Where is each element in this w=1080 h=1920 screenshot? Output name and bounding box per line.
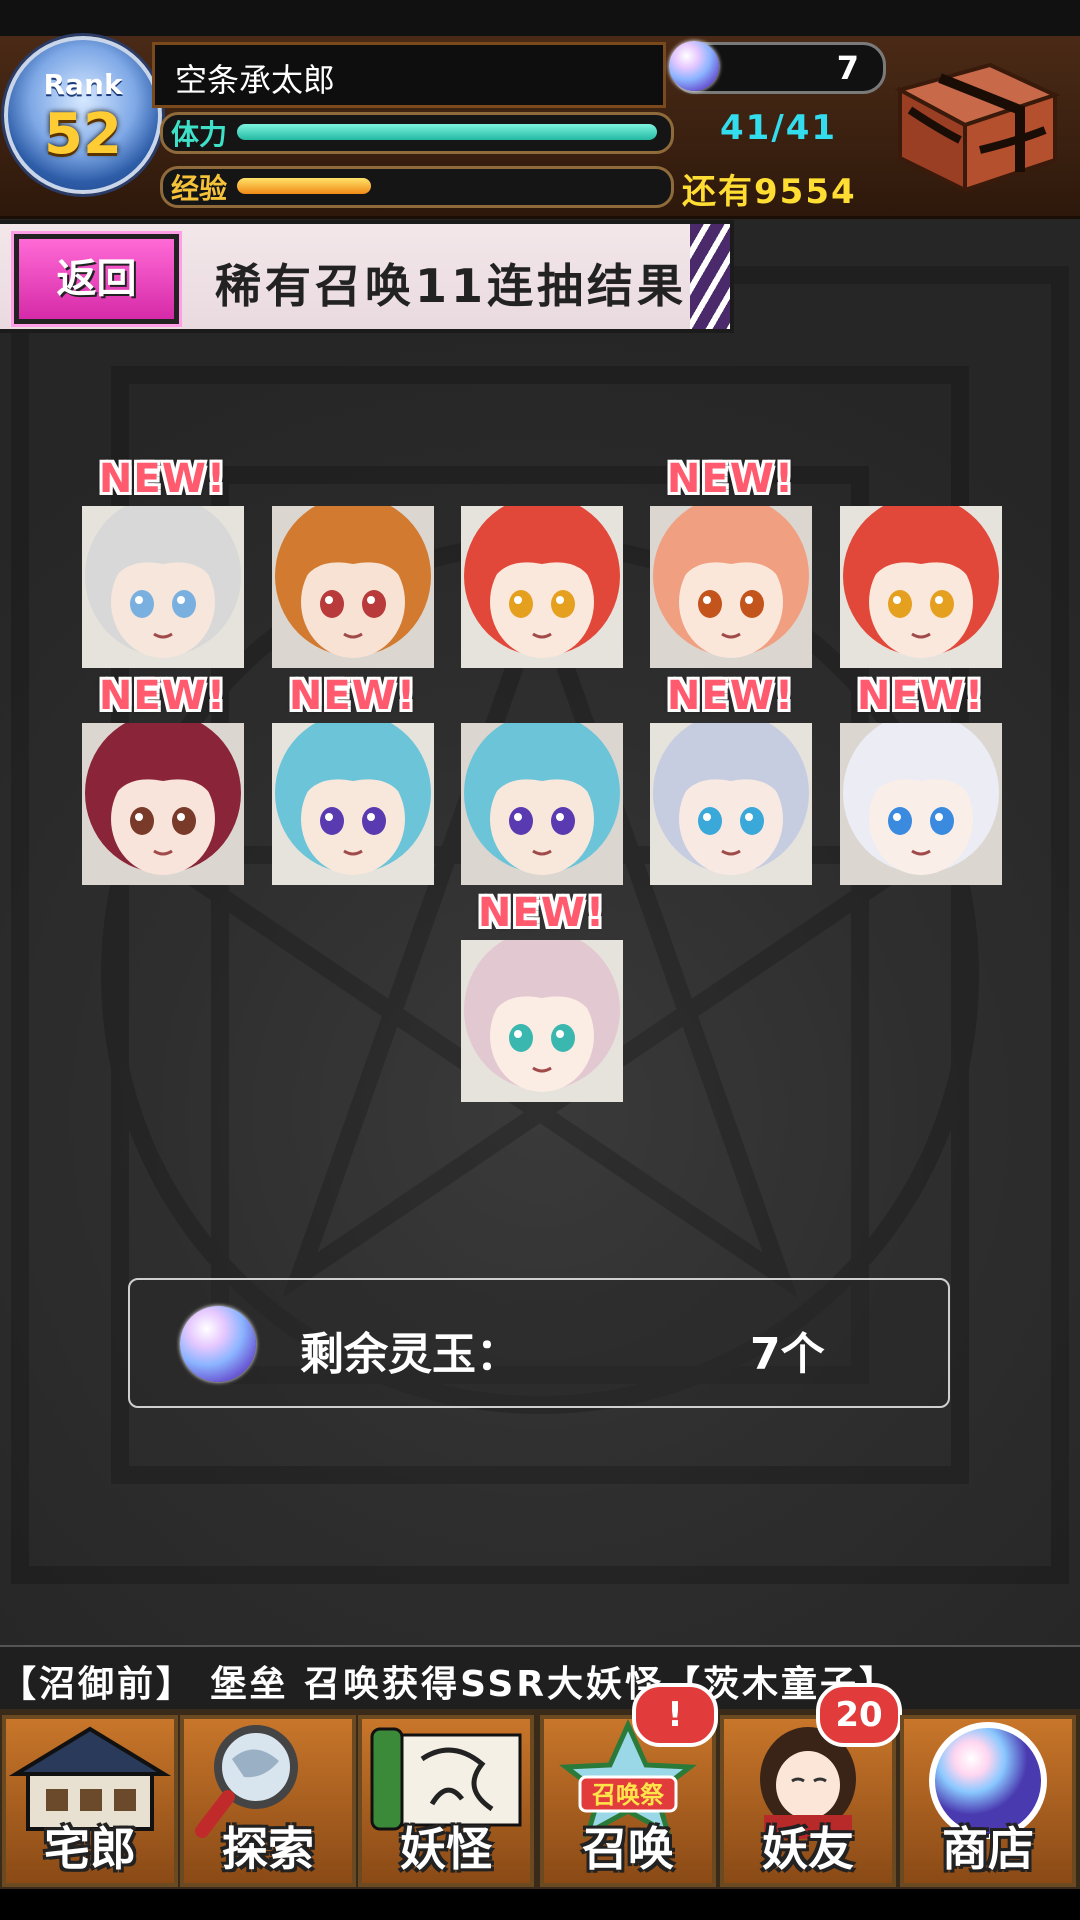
result-card[interactable] <box>272 723 434 885</box>
result-card[interactable] <box>840 723 1002 885</box>
ticker-text: 【沼御前】 堡垒 召唤获得SSR大妖怪【茨木童子】 <box>0 1664 899 1705</box>
stamina-fill <box>237 124 657 140</box>
remaining-value: 7个 <box>750 1329 825 1380</box>
system-nav-bar <box>0 1889 1080 1920</box>
stamina-bar: 体力 <box>160 112 674 154</box>
back-button[interactable]: 返回 <box>11 231 182 327</box>
character-portrait <box>650 723 812 885</box>
page-title: 稀有召唤11连抽结果 <box>215 259 688 313</box>
character-portrait <box>272 723 434 885</box>
player-name-box[interactable]: 空条承太郎 <box>152 42 666 108</box>
nav-yokai[interactable]: 妖怪 <box>358 1715 534 1887</box>
character-portrait <box>461 940 623 1102</box>
new-tag: NEW! <box>856 673 985 719</box>
character-portrait <box>461 506 623 668</box>
result-card[interactable] <box>82 723 244 885</box>
new-tag: NEW! <box>666 456 795 502</box>
character-portrait <box>82 506 244 668</box>
nav-label: 宅郎 <box>44 1822 136 1876</box>
nav-friends[interactable]: 妖友 20 <box>720 1683 902 1887</box>
stamina-value: 41/41 <box>720 108 838 148</box>
rank-badge[interactable]: Rank 52 <box>4 36 162 194</box>
summon-alert-badge: ! <box>632 1683 718 1747</box>
result-card[interactable] <box>461 940 623 1102</box>
summon-festival-label: 召唤祭 <box>591 1781 665 1809</box>
nav-label: 商店 <box>942 1822 1034 1876</box>
exp-fill <box>237 178 371 194</box>
new-tag: NEW! <box>288 673 417 719</box>
status-bar <box>0 0 1080 36</box>
news-ticker: 【沼御前】 堡垒 召唤获得SSR大妖怪【茨木童子】 <box>0 1645 1080 1711</box>
result-card[interactable] <box>650 723 812 885</box>
nav-explore[interactable]: 探索 <box>180 1715 356 1887</box>
new-tag: NEW! <box>477 890 606 936</box>
result-card[interactable] <box>82 506 244 668</box>
nav-label: 召唤 <box>582 1822 674 1876</box>
nav-home[interactable]: 宅郎 <box>2 1715 178 1887</box>
player-name: 空条承太郎 <box>175 61 336 99</box>
rank-label: Rank <box>43 68 123 101</box>
new-tag: NEW! <box>666 673 795 719</box>
friend-count-badge: 20 <box>816 1683 902 1747</box>
banner-stripe <box>690 224 730 329</box>
character-portrait <box>840 723 1002 885</box>
character-portrait <box>272 506 434 668</box>
exp-label: 经验 <box>171 172 228 205</box>
exp-bar: 经验 <box>160 166 674 208</box>
stamina-label: 体力 <box>171 118 228 151</box>
spirit-orb-icon <box>669 41 719 91</box>
gift-box-icon[interactable] <box>880 40 1070 200</box>
nav-label: 探索 <box>222 1822 314 1876</box>
nav-label: 妖怪 <box>400 1822 492 1876</box>
rank-value: 52 <box>44 102 122 167</box>
bottom-nav: 宅郎 探索 妖怪 召唤祭 召唤 ! 妖友 20 商店 <box>0 1683 1080 1889</box>
nav-summon[interactable]: 召唤祭 召唤 ! <box>540 1683 718 1887</box>
orb-counter[interactable]: 7 <box>669 41 886 94</box>
remaining-label: 剩余灵玉： <box>300 1329 520 1380</box>
character-portrait <box>82 723 244 885</box>
nav-shop[interactable]: 商店 <box>900 1715 1076 1887</box>
result-card[interactable] <box>840 506 1002 668</box>
title-banner: 返回 稀有召唤11连抽结果 <box>0 220 734 333</box>
character-portrait <box>650 506 812 668</box>
result-card[interactable] <box>272 506 434 668</box>
new-tag: NEW! <box>98 673 227 719</box>
new-tag: NEW! <box>98 456 227 502</box>
orb-count: 7 <box>836 49 859 87</box>
result-card[interactable] <box>461 723 623 885</box>
result-card[interactable] <box>650 506 812 668</box>
character-portrait <box>461 723 623 885</box>
spirit-orb-icon <box>180 1306 256 1382</box>
nav-label: 妖友 <box>762 1822 854 1876</box>
character-portrait <box>840 506 1002 668</box>
result-card[interactable] <box>461 506 623 668</box>
remaining-orbs-box: 剩余灵玉： 7个 <box>128 1278 950 1408</box>
exp-remaining: 还有9554 <box>682 172 857 212</box>
